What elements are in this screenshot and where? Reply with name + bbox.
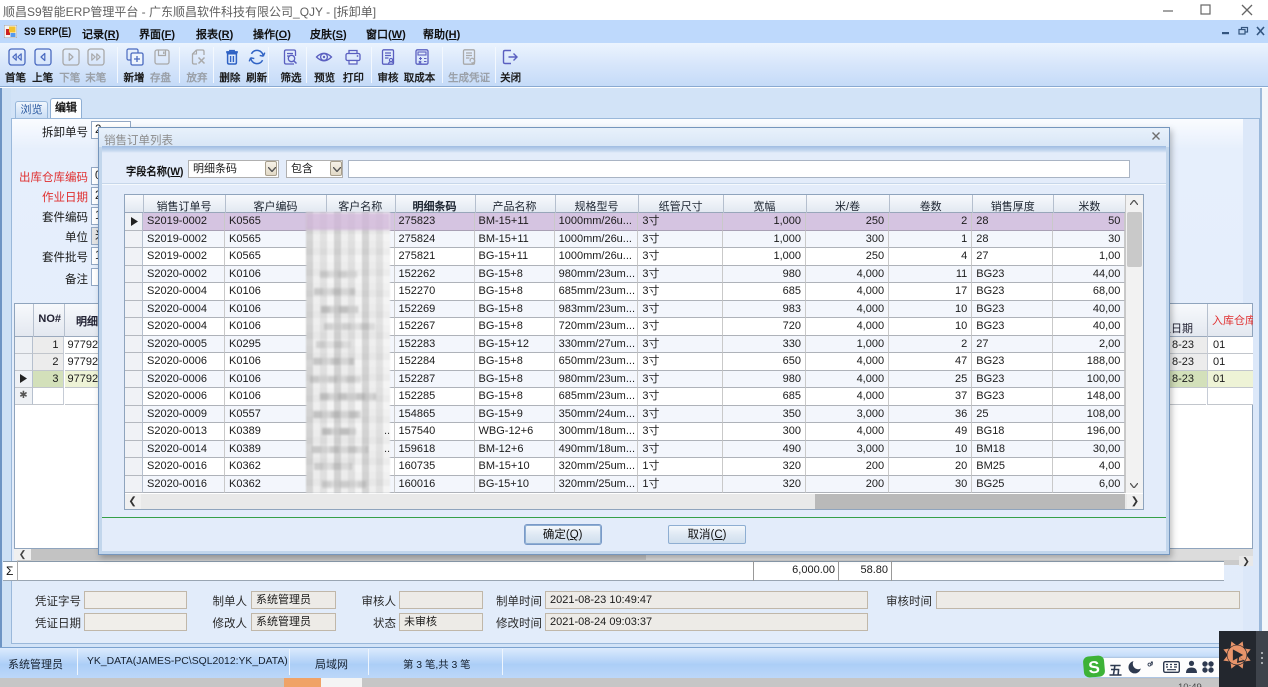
svg-text:S: S bbox=[1088, 658, 1101, 678]
